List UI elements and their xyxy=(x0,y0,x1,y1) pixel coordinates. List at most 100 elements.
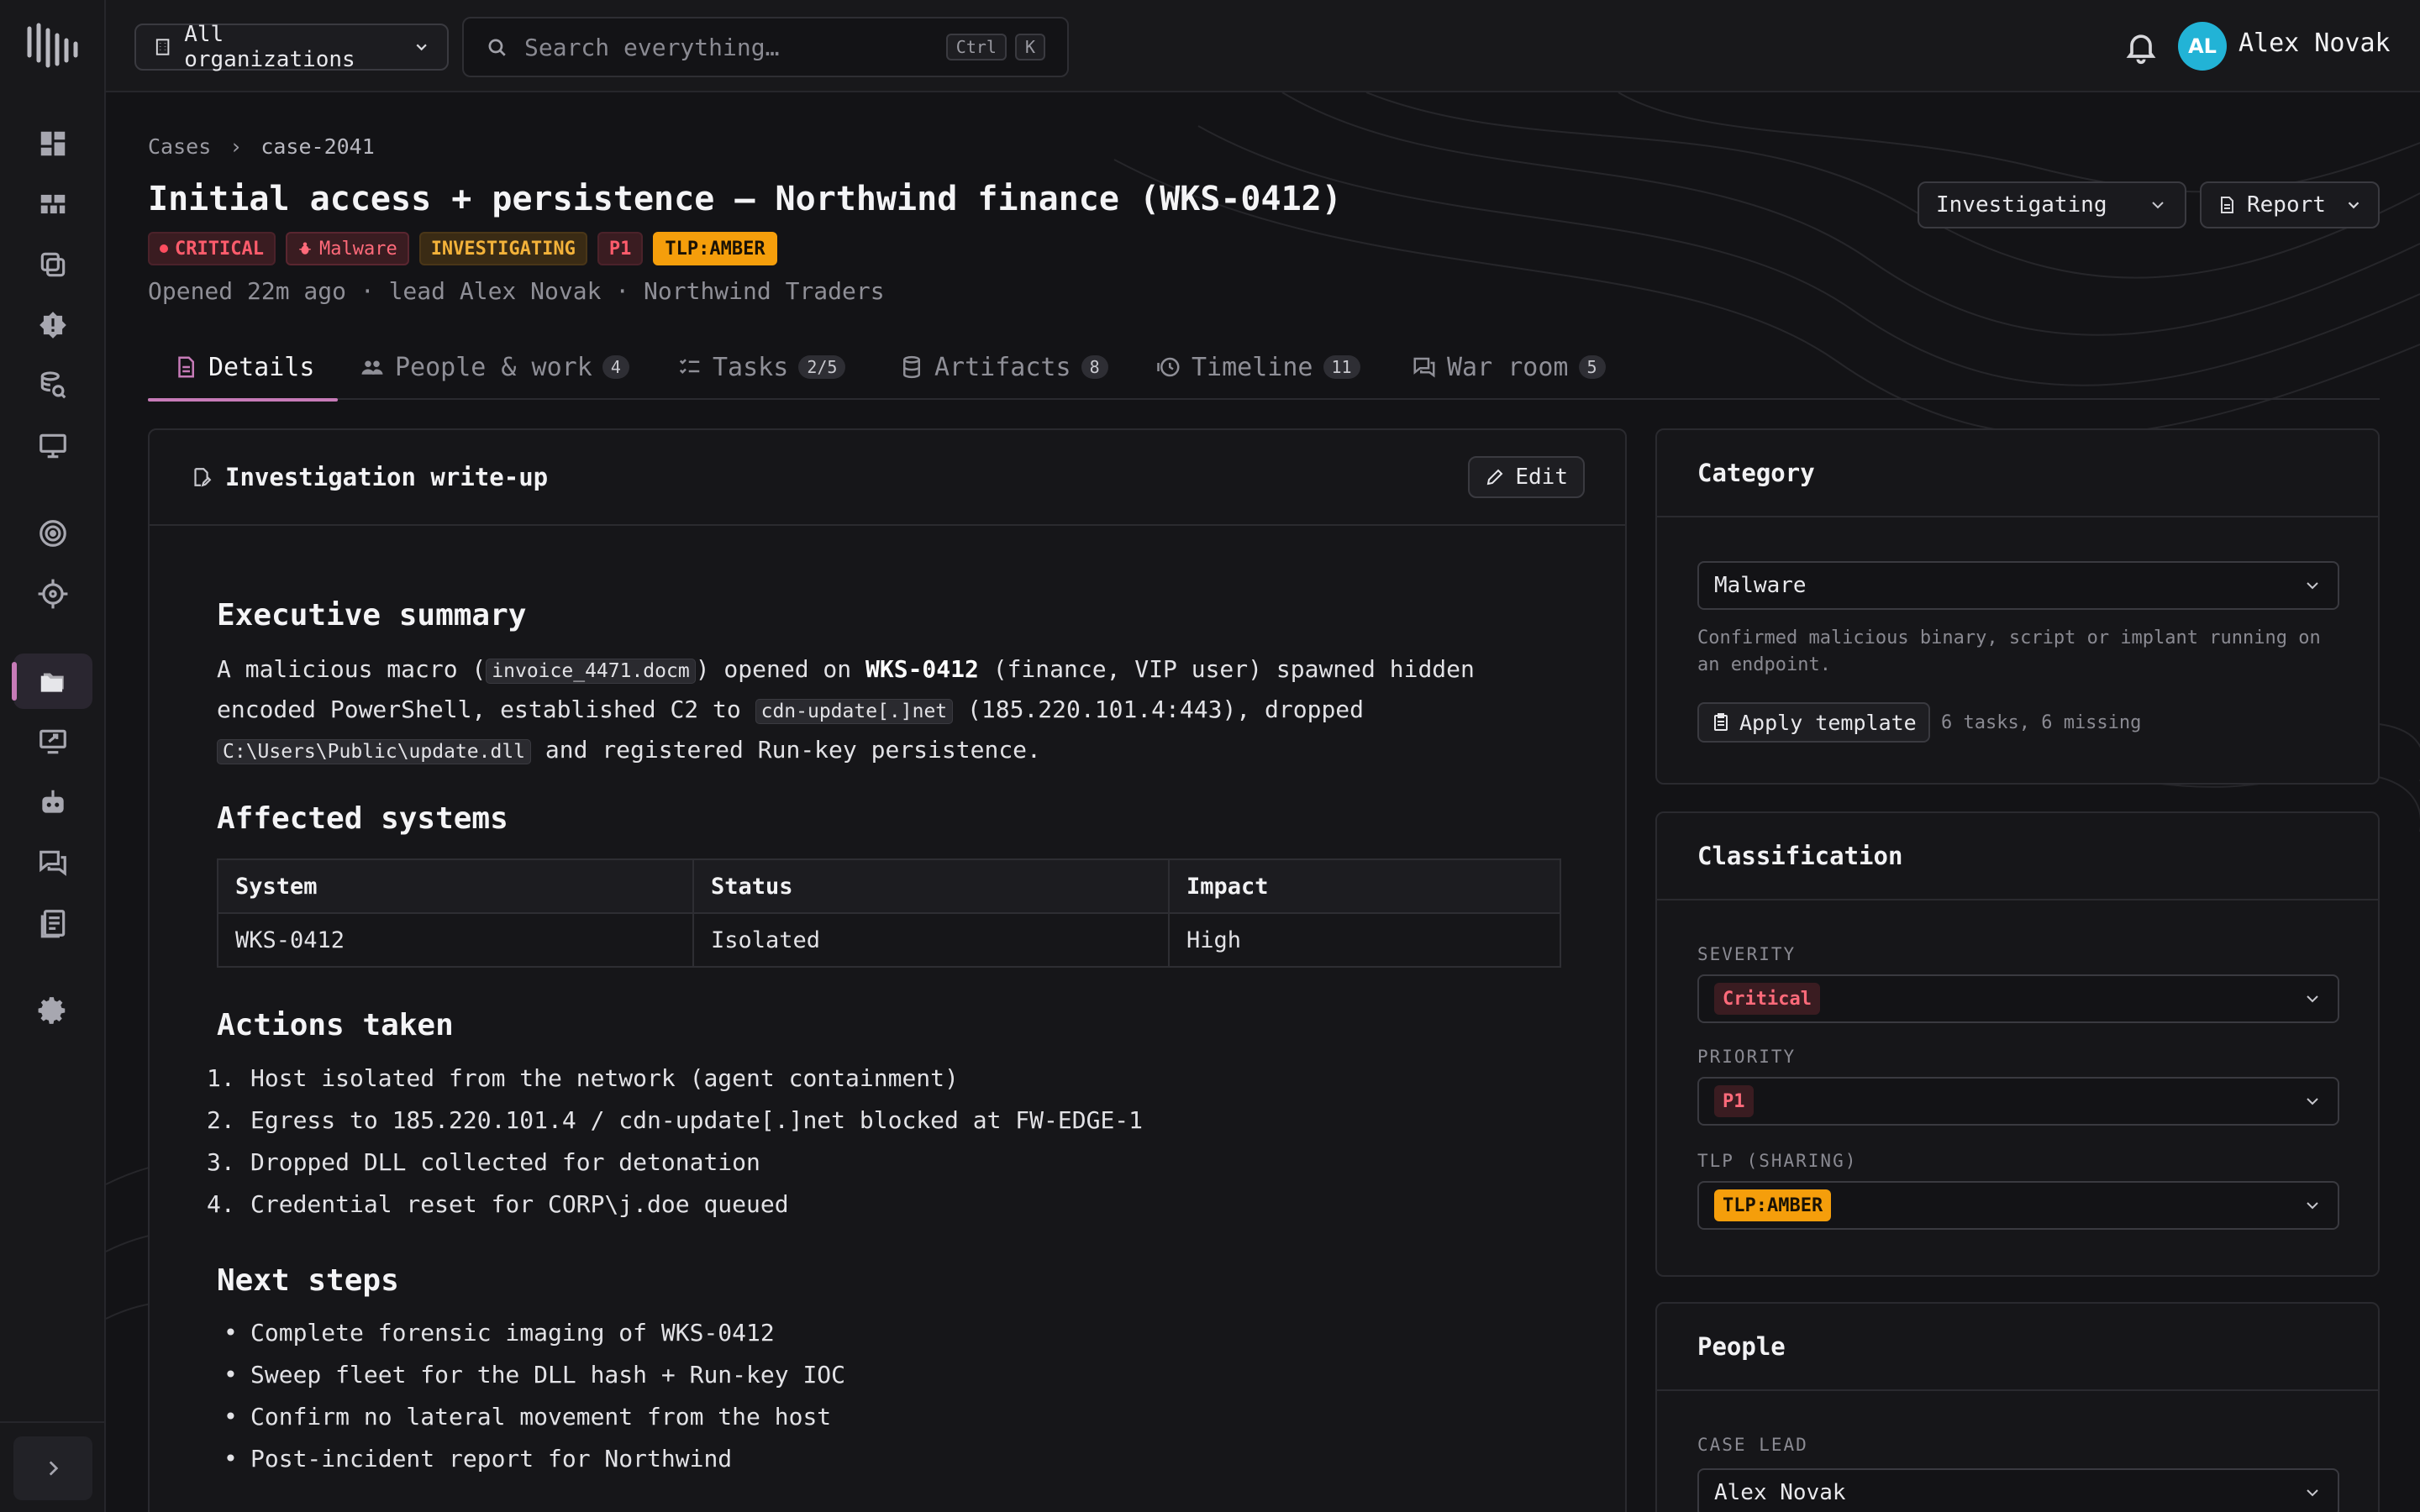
priority-select[interactable]: P1 xyxy=(1697,1077,2339,1126)
writeup-title: Investigation write-up xyxy=(225,463,549,491)
people-icon xyxy=(361,360,383,375)
nav-queue-icon[interactable] xyxy=(13,237,92,292)
breadcrumb: Cases › case-2041 xyxy=(148,134,375,159)
next-steps-heading: Next steps xyxy=(217,1263,399,1298)
tab-label: People & work xyxy=(395,352,592,382)
nav-boards-icon[interactable] xyxy=(13,176,92,232)
summary-text: and registered Run-key persistence. xyxy=(531,736,1041,764)
severity-badge-label: CRITICAL xyxy=(175,238,264,260)
tab-tasks[interactable]: Tasks 2/5 xyxy=(677,334,846,400)
status-select-value: Investigating xyxy=(1936,192,2107,218)
case-lead-select[interactable]: Alex Novak xyxy=(1697,1468,2339,1512)
action-text: Dropped DLL collected for detonation xyxy=(250,1148,760,1176)
affected-systems-heading: Affected systems xyxy=(217,801,508,836)
list-item: Complete forensic imaging of WKS-0412 xyxy=(217,1312,1561,1354)
column-header-system: System xyxy=(217,858,694,914)
tlp-badge: TLP:AMBER xyxy=(653,232,777,265)
tab-people-work[interactable]: People & work 4 xyxy=(360,334,629,400)
nav-automation-icon[interactable] xyxy=(13,774,92,830)
kbd-ctrl: Ctrl xyxy=(945,34,1007,60)
bug-icon xyxy=(299,242,311,255)
list-item: Sweep fleet for the DLL hash + Run-key I… xyxy=(217,1354,1561,1396)
nav-chat-icon[interactable] xyxy=(13,835,92,890)
org-select[interactable]: All organizations xyxy=(134,22,449,72)
nav-reports-icon[interactable] xyxy=(13,895,92,951)
code-path: C:\Users\Public\update.dll xyxy=(217,739,532,764)
chevron-down-icon xyxy=(2307,1489,2318,1497)
nav-target-icon[interactable] xyxy=(13,566,92,622)
nav-settings-icon[interactable] xyxy=(13,983,92,1038)
sidebar-divider xyxy=(0,1421,106,1423)
template-task-count: 6 tasks, 6 missing xyxy=(1941,712,2142,733)
history-icon xyxy=(1157,357,1180,377)
chevron-down-icon xyxy=(2307,582,2318,590)
nav-hunt-icon[interactable] xyxy=(13,358,92,413)
edit-button-label: Edit xyxy=(1515,465,1568,490)
category-select[interactable]: Malware xyxy=(1697,561,2339,610)
severity-label: SEVERITY xyxy=(1697,944,1797,964)
topbar: All organizations Search everything… Ctr… xyxy=(106,0,2420,92)
app-root: All organizations Search everything… Ctr… xyxy=(0,0,2420,1512)
chevron-down-icon xyxy=(2307,995,2318,1003)
chevron-down-icon xyxy=(2348,202,2360,209)
apply-template-button[interactable]: Apply template xyxy=(1697,702,1930,743)
list-item: Confirm no lateral movement from the hos… xyxy=(217,1396,1561,1438)
chevron-down-icon xyxy=(416,44,427,51)
executive-summary-heading: Executive summary xyxy=(217,598,527,633)
report-button[interactable]: Report xyxy=(2200,181,2380,228)
pencil-icon xyxy=(1487,469,1503,486)
tab-label: Timeline xyxy=(1192,352,1313,382)
tab-count: 11 xyxy=(1323,355,1360,379)
severity-select[interactable]: Critical xyxy=(1697,974,2339,1023)
status-badge: INVESTIGATING xyxy=(418,232,587,265)
actions-taken-heading: Actions taken xyxy=(217,1008,454,1042)
tab-timeline[interactable]: Timeline 11 xyxy=(1156,334,1360,400)
status-select[interactable]: Investigating xyxy=(1918,181,2186,228)
priority-pill: P1 xyxy=(1714,1085,1754,1117)
user-name[interactable]: Alex Novak xyxy=(2238,29,2391,58)
breadcrumb-cases-link[interactable]: Cases xyxy=(148,134,211,159)
column-header-status: Status xyxy=(692,858,1170,914)
tab-label: Tasks xyxy=(713,352,789,382)
people-card-title: People xyxy=(1657,1304,2378,1391)
tab-label: Artifacts xyxy=(934,352,1071,382)
tab-artifacts[interactable]: Artifacts 8 xyxy=(899,334,1108,400)
code-domain: cdn-update[.]net xyxy=(755,699,954,724)
tab-count: 5 xyxy=(1578,355,1606,379)
report-button-label: Report xyxy=(2247,192,2326,218)
clipboard-icon xyxy=(1714,713,1728,731)
nav-cases-icon[interactable] xyxy=(12,654,92,709)
expand-sidebar-button[interactable] xyxy=(13,1436,92,1500)
nav-remote-icon[interactable] xyxy=(13,714,92,769)
nav-endpoints-icon[interactable] xyxy=(13,418,92,474)
search-placeholder: Search everything… xyxy=(524,33,780,61)
nav-alerts-icon[interactable] xyxy=(13,297,92,353)
summary-text: A malicious macro ( xyxy=(217,655,487,683)
apply-template-label: Apply template xyxy=(1739,710,1917,735)
case-lead-label: CASE LEAD xyxy=(1697,1435,1808,1455)
search-input[interactable]: Search everything… Ctrl K xyxy=(462,17,1069,77)
category-badge: Malware xyxy=(285,232,409,265)
search-shortcut: Ctrl K xyxy=(945,34,1045,60)
severity-pill: Critical xyxy=(1714,983,1820,1015)
tlp-select[interactable]: TLP:AMBER xyxy=(1697,1181,2339,1230)
list-item: 3. Dropped DLL collected for detonation xyxy=(207,1148,760,1176)
action-text: Egress to 185.220.101.4 / cdn-update[.]n… xyxy=(250,1106,1144,1134)
cell-status: Isolated xyxy=(692,912,1170,968)
tab-details[interactable]: Details xyxy=(148,334,339,402)
chat-icon xyxy=(1413,357,1435,378)
breadcrumb-current: case-2041 xyxy=(260,134,375,159)
avatar[interactable]: AL xyxy=(2178,22,2227,71)
note-edit-icon xyxy=(194,468,212,487)
tab-label: Details xyxy=(208,352,315,382)
nav-dashboard-icon[interactable] xyxy=(13,116,92,171)
tab-war-room[interactable]: War room 5 xyxy=(1412,334,1606,400)
edit-button[interactable]: Edit xyxy=(1468,456,1585,498)
nav-radar-icon[interactable] xyxy=(13,506,92,561)
list-item: 4. Credential reset for CORP\j.doe queued xyxy=(207,1190,789,1218)
page-title: Initial access + persistence — Northwind… xyxy=(148,180,1342,218)
tab-count: 4 xyxy=(602,355,629,379)
table-row: WKS-0412 Isolated High xyxy=(217,912,1561,968)
list-item: 2. Egress to 185.220.101.4 / cdn-update[.… xyxy=(207,1106,1144,1134)
notifications-bell-icon[interactable] xyxy=(2123,29,2160,66)
